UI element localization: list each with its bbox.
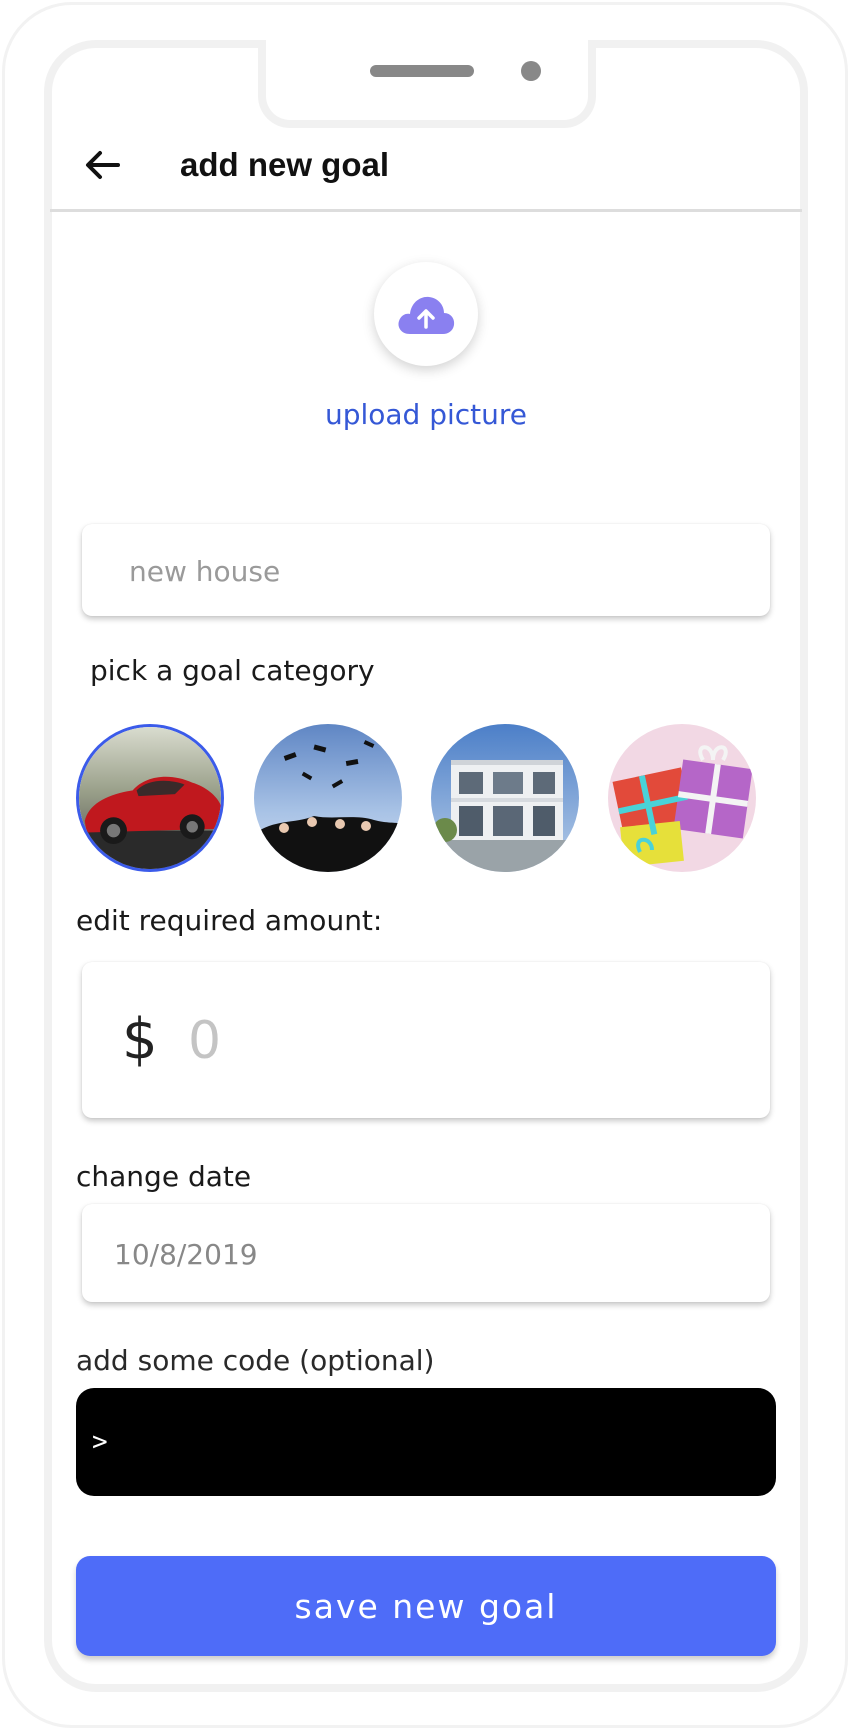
speaker-grille xyxy=(370,65,474,77)
arrow-left-icon xyxy=(86,151,120,179)
header-divider xyxy=(50,209,802,212)
code-editor[interactable]: > xyxy=(76,1388,776,1496)
goal-name-field[interactable] xyxy=(82,524,770,618)
cloud-upload-icon xyxy=(398,296,455,334)
page-title: add new goal xyxy=(180,146,390,183)
code-prompt: > xyxy=(92,1427,108,1457)
category-gift[interactable] xyxy=(608,724,756,872)
amount-field[interactable]: $ xyxy=(82,962,770,1120)
save-new-goal-button[interactable]: save new goal xyxy=(76,1556,776,1656)
category-house[interactable] xyxy=(431,724,579,872)
category-label: pick a goal category xyxy=(90,654,375,687)
phone-notch xyxy=(258,40,596,128)
category-car[interactable] xyxy=(76,724,224,872)
amount-input[interactable] xyxy=(186,962,750,1120)
date-input[interactable] xyxy=(112,1204,736,1304)
goal-name-input[interactable] xyxy=(127,524,731,618)
back-button[interactable] xyxy=(78,140,128,190)
code-label: add some code (optional) xyxy=(76,1344,435,1377)
category-graduation[interactable] xyxy=(254,724,402,872)
amount-label: edit required amount: xyxy=(76,904,383,937)
front-camera xyxy=(521,61,541,81)
date-field[interactable] xyxy=(82,1204,770,1304)
date-label: change date xyxy=(76,1160,252,1193)
app-header: add new goal xyxy=(52,120,800,210)
upload-picture-link[interactable]: upload picture xyxy=(0,398,852,431)
upload-picture-button[interactable] xyxy=(374,262,478,366)
currency-symbol: $ xyxy=(122,1007,158,1072)
